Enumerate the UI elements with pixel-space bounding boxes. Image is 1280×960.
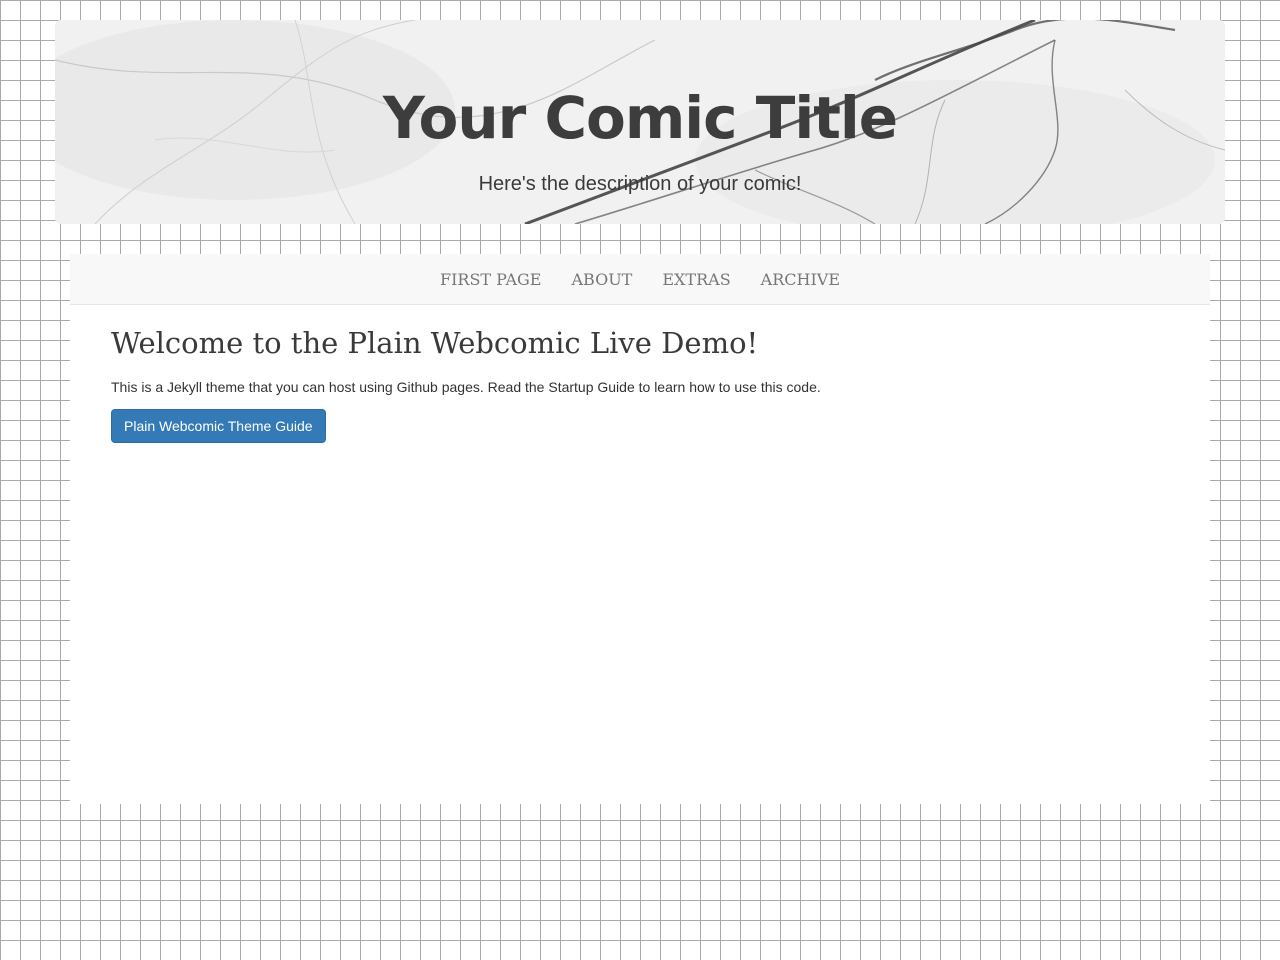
intro-text: This is a Jekyll theme that you can host… xyxy=(111,379,821,395)
nav-about[interactable]: ABOUT xyxy=(571,270,632,289)
navbar: FIRST PAGE ABOUT EXTRAS ARCHIVE xyxy=(70,254,1210,305)
nav-first-page[interactable]: FIRST PAGE xyxy=(440,270,542,289)
header-banner: Your Comic Title Here's the description … xyxy=(55,20,1225,224)
page-content: Welcome to the Plain Webcomic Live Demo!… xyxy=(70,305,1210,443)
main-content-card: FIRST PAGE ABOUT EXTRAS ARCHIVE Welcome … xyxy=(70,254,1210,804)
site-title[interactable]: Your Comic Title xyxy=(55,82,1225,154)
nav-extras[interactable]: EXTRAS xyxy=(662,270,730,289)
page-heading: Welcome to the Plain Webcomic Live Demo! xyxy=(111,326,759,360)
site-description: Here's the description of your comic! xyxy=(478,173,802,195)
nav-archive[interactable]: ARCHIVE xyxy=(761,270,840,289)
theme-guide-button[interactable]: Plain Webcomic Theme Guide xyxy=(111,409,326,443)
